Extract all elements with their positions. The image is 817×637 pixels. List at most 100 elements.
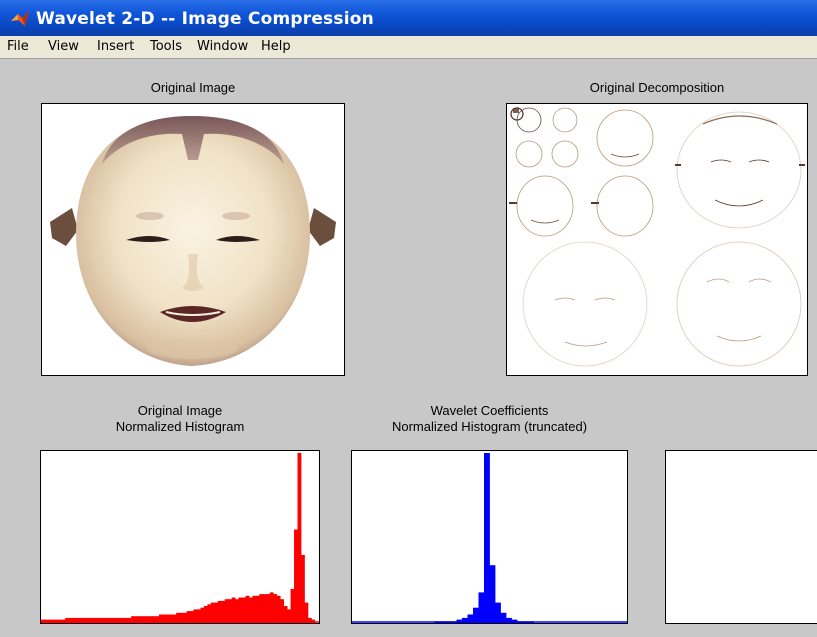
hist-original-bar (141, 616, 146, 623)
window-titlebar: Wavelet 2-D -- Image Compression (0, 0, 817, 36)
hist-coef-bar (489, 565, 496, 623)
histogram-coefficients-chart (352, 453, 627, 623)
hist-original-bar (99, 617, 104, 623)
hist-original-bar (217, 600, 222, 623)
menu-file[interactable]: File (7, 39, 29, 54)
menu-view[interactable]: View (48, 39, 79, 54)
hist-original-bar (248, 597, 253, 623)
hist-coef-title-line1: Wavelet Coefficients (430, 403, 549, 418)
original-image-axes[interactable] (41, 103, 345, 376)
hist-original-bar (280, 599, 285, 623)
hist-coef-bar (495, 602, 501, 623)
hist-coef-bar (511, 619, 518, 623)
hist-original-bar (297, 453, 302, 623)
hist-original-bar (304, 602, 309, 623)
hist-original-bar (75, 617, 80, 623)
hist-original-bar (269, 592, 274, 623)
hist-coef-bar (445, 621, 452, 623)
hist-original-bar (259, 594, 264, 623)
hist-original-bar (169, 614, 174, 623)
hist-original-bar (117, 617, 122, 623)
hist-original-bar (134, 616, 139, 623)
hist-original-bar (54, 619, 59, 623)
hist-original-bar (124, 617, 129, 623)
original-decomposition-title: Original Decomposition (589, 80, 725, 95)
hist-original-bar (238, 597, 243, 623)
hist-coef-bar (478, 592, 485, 623)
hist-coef-bar (456, 619, 463, 623)
menu-divider (0, 58, 817, 59)
hist-coef-bar (467, 614, 474, 623)
hist-original-bar (252, 595, 257, 623)
hist-coef-bar (434, 621, 441, 623)
menu-bar: File View Insert Tools Window Help (0, 36, 817, 58)
hist-coef-bar (522, 621, 529, 623)
hist-original-bar (221, 600, 226, 623)
hist-original-bar (72, 617, 77, 623)
hist-original-bar (51, 619, 56, 623)
hist-original-bar (120, 617, 125, 623)
hist-coef-bar (500, 612, 507, 623)
hist-original-bar (307, 617, 312, 623)
matlab-icon (11, 11, 29, 26)
hist-original-bar (228, 599, 233, 623)
original-decomposition-axes[interactable] (506, 103, 808, 376)
hist-original-bar (214, 602, 219, 623)
hist-original-bar (58, 619, 63, 623)
hist-original-bar (79, 617, 83, 623)
window-title: Wavelet 2-D -- Image Compression (36, 9, 374, 29)
histogram-coefficients-axes[interactable] (351, 450, 628, 624)
hist-original-bar (287, 609, 291, 623)
hist-original-bar (193, 609, 198, 623)
hist-original-bar (294, 529, 298, 623)
hist-coef-bar (484, 453, 490, 623)
hist-original-bar (158, 614, 163, 623)
histogram-original-chart (41, 453, 319, 623)
hist-original-bar (103, 617, 108, 623)
hist-original-bar (68, 617, 73, 623)
hist-coef-bar (506, 617, 512, 623)
hist-original-bar (210, 602, 215, 623)
empty-axes[interactable] (665, 450, 817, 624)
hist-original-bar (224, 599, 229, 623)
hist-original-bar (242, 597, 246, 623)
menu-insert[interactable]: Insert (97, 39, 134, 54)
hist-original-bar (183, 612, 187, 623)
hist-original-title-line2: Normalized Histogram (115, 419, 245, 434)
hist-original-bar (203, 606, 208, 623)
histogram-original-axes[interactable] (40, 450, 320, 624)
menu-help[interactable]: Help (261, 39, 291, 54)
hist-original-bar (92, 617, 97, 623)
hist-coef-bar (517, 621, 523, 623)
hist-original-bar (290, 589, 295, 623)
hist-original-bar (179, 612, 184, 623)
menu-tools[interactable]: Tools (150, 39, 182, 54)
hist-original-bar (196, 609, 201, 623)
hist-original-bar (172, 614, 177, 623)
hist-original-bar (273, 594, 278, 623)
hist-original-bar (89, 617, 94, 623)
hist-original-bar (162, 614, 167, 623)
hist-coef-bar (451, 621, 457, 623)
hist-coef-bar (440, 621, 446, 623)
hist-original-bar (144, 616, 149, 623)
hist-original-bar (106, 617, 111, 623)
hist-original-bar (148, 616, 153, 623)
hist-original-bar (127, 617, 132, 623)
hist-original-bar (65, 617, 70, 623)
hist-original-bar (311, 619, 316, 623)
hist-original-bar (44, 619, 49, 623)
hist-original-bar (96, 617, 101, 623)
hist-coef-title-line2: Normalized Histogram (truncated) (391, 419, 588, 434)
hist-original-bar (138, 616, 142, 623)
hist-original-bar (207, 604, 212, 623)
hist-original-bar (113, 617, 118, 623)
hist-original-bar (82, 617, 87, 623)
hist-original-bar (190, 611, 194, 623)
hist-original-bar (262, 594, 267, 623)
hist-original-bar (235, 599, 239, 623)
hist-original-bar (300, 555, 305, 623)
hist-original-bar (231, 597, 236, 623)
hist-original-bar (155, 616, 160, 623)
menu-window[interactable]: Window (197, 39, 248, 54)
